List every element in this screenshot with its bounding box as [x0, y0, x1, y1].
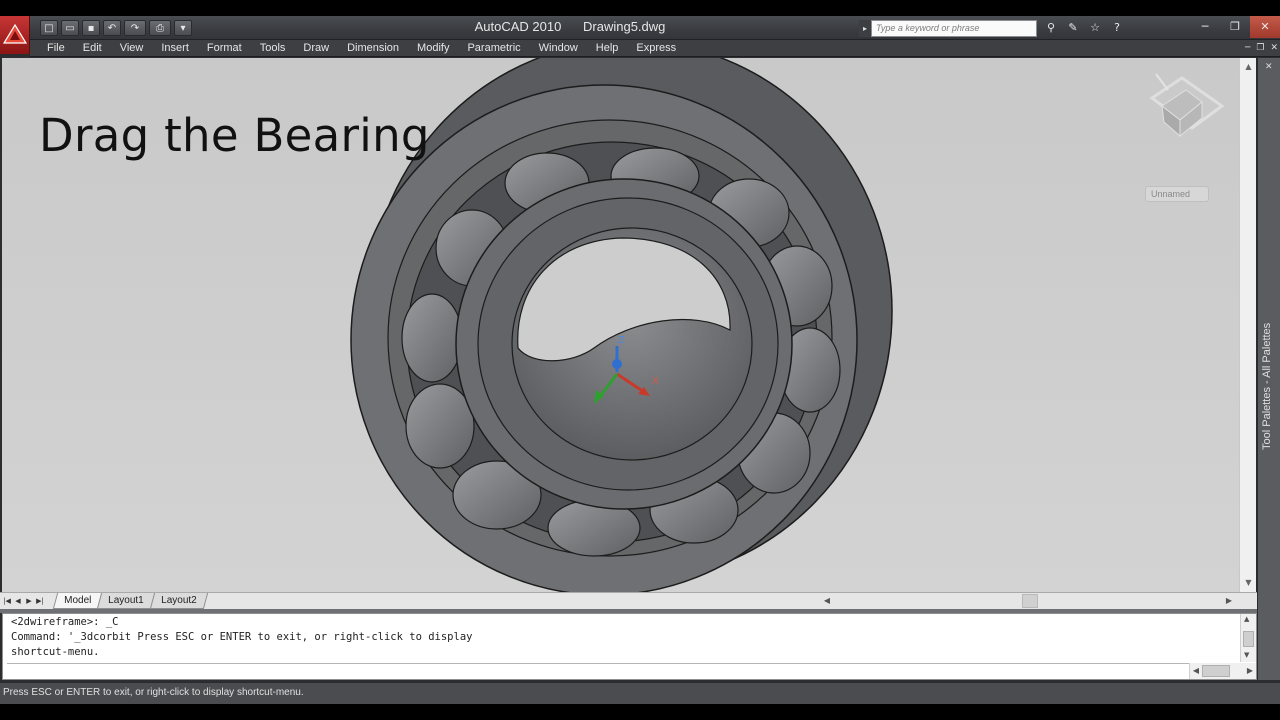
search-expand-icon[interactable]: ▸ [859, 20, 871, 37]
command-line: Command: '_3dcorbit Press ESC or ENTER t… [11, 631, 473, 643]
document-name: Drawing5.dwg [583, 19, 666, 34]
qat-dropdown-icon[interactable]: ▾ [174, 20, 192, 36]
letterbox-bottom [0, 704, 1280, 720]
autocad-window: □ ▭ ▪ ↶ ↷ ⎙ ▾ AutoCAD 2010 Drawing5.dwg … [0, 0, 1280, 720]
quick-access-toolbar: □ ▭ ▪ ↶ ↷ ⎙ ▾ [40, 19, 192, 37]
plot-icon[interactable]: ⎙ [149, 20, 171, 36]
search-results-icon[interactable]: ⚲ [1042, 20, 1060, 36]
menu-format[interactable]: Format [198, 42, 251, 54]
menu-express[interactable]: Express [627, 42, 685, 54]
command-window: <2dwireframe>: _C Command: '_3dcorbit Pre… [2, 613, 1257, 680]
autocad-logo-icon [3, 24, 27, 44]
layout-tabs: Model Layout1 Layout2 [52, 593, 208, 609]
letterbox-top [0, 0, 1280, 16]
drawing-vertical-scrollbar[interactable]: ▲ ▼ [1239, 58, 1256, 592]
doc-minimize-icon[interactable]: ─ [1245, 40, 1250, 57]
scroll-down-icon[interactable]: ▼ [1240, 576, 1257, 590]
menu-insert[interactable]: Insert [152, 42, 198, 54]
save-icon[interactable]: ▪ [82, 20, 100, 36]
drawing-viewport[interactable]: Z X Drag the Bearing Unnamed [2, 58, 1239, 592]
menu-bar: File Edit View Insert Format Tools Draw … [30, 40, 1280, 57]
menu-modify[interactable]: Modify [408, 42, 458, 54]
redo-icon[interactable]: ↷ [124, 20, 146, 36]
tab-layout1[interactable]: Layout1 [97, 593, 155, 609]
command-line: shortcut-menu. [11, 646, 100, 658]
command-input[interactable] [7, 663, 1189, 679]
drawing-horizontal-scrollbar[interactable]: ◀ ▶ [820, 593, 1240, 609]
minimize-icon[interactable]: ─ [1190, 16, 1220, 38]
close-icon[interactable]: ✕ [1250, 16, 1280, 38]
doc-close-icon[interactable]: ✕ [1270, 40, 1278, 57]
horizontal-scroll-thumb[interactable] [1022, 594, 1038, 608]
ucs-x-label: X [652, 376, 659, 387]
infocenter-search: ▸ Type a keyword or phrase [859, 20, 1037, 37]
command-hscroll-thumb[interactable] [1202, 665, 1230, 677]
menu-window[interactable]: Window [530, 42, 587, 54]
tab-navigation: |◀ ◀ ▶ ▶| [2, 594, 45, 608]
scroll-right-icon[interactable]: ▶ [1222, 593, 1236, 609]
video-caption: Drag the Bearing [39, 109, 430, 162]
scroll-left-icon[interactable]: ◀ [820, 593, 834, 609]
viewcube-icon[interactable] [1142, 68, 1232, 148]
status-bar: Press ESC or ENTER to exit, or right-cli… [0, 682, 1280, 704]
first-tab-icon[interactable]: |◀ [2, 594, 12, 608]
menu-view[interactable]: View [111, 42, 153, 54]
window-title: AutoCAD 2010 Drawing5.dwg [380, 19, 760, 37]
last-tab-icon[interactable]: ▶| [35, 594, 45, 608]
ucs-z-label: Z [618, 335, 625, 346]
communication-center-icon[interactable]: ✎ [1064, 20, 1082, 36]
open-folder-icon[interactable]: ▭ [61, 20, 79, 36]
restore-icon[interactable]: ❐ [1220, 16, 1250, 38]
tool-palettes-label: Tool Palettes - All Palettes [1261, 322, 1273, 450]
scroll-up-icon[interactable]: ▲ [1240, 60, 1257, 74]
search-input[interactable]: Type a keyword or phrase [871, 20, 1037, 37]
document-window-controls: ─ ❐ ✕ [1245, 40, 1278, 57]
tab-layout2[interactable]: Layout2 [149, 593, 208, 609]
new-file-icon[interactable]: □ [40, 20, 58, 36]
menu-file[interactable]: File [30, 42, 74, 54]
tab-model[interactable]: Model [52, 593, 103, 609]
prev-tab-icon[interactable]: ◀ [13, 594, 23, 608]
command-scroll-thumb[interactable] [1243, 631, 1254, 647]
command-line: <2dwireframe>: _C [11, 616, 119, 628]
menu-dimension[interactable]: Dimension [338, 42, 408, 54]
status-text: Press ESC or ENTER to exit, or right-cli… [3, 687, 304, 698]
cmd-scroll-down-icon[interactable]: ▼ [1244, 651, 1249, 659]
command-vertical-scrollbar[interactable]: ▲ ▼ [1240, 614, 1256, 662]
help-icon[interactable]: ? [1108, 20, 1126, 36]
undo-icon[interactable]: ↶ [103, 20, 121, 36]
cmd-scroll-left-icon[interactable]: ◀ [1190, 663, 1202, 679]
next-tab-icon[interactable]: ▶ [24, 594, 34, 608]
window-controls: ─ ❐ ✕ [1190, 16, 1280, 38]
app-name: AutoCAD 2010 [474, 19, 562, 34]
menu-edit[interactable]: Edit [74, 42, 111, 54]
ucs-dropdown[interactable]: Unnamed [1145, 186, 1209, 202]
doc-restore-icon[interactable]: ❐ [1256, 40, 1264, 57]
cmd-scroll-right-icon[interactable]: ▶ [1244, 663, 1256, 679]
favorites-icon[interactable]: ☆ [1086, 20, 1104, 36]
infocenter-tools: ⚲ ✎ ☆ ? [1042, 19, 1126, 37]
layout-tabs-bar: |◀ ◀ ▶ ▶| Model Layout1 Layout2 ◀ ▶ [0, 592, 1257, 609]
cmd-scroll-up-icon[interactable]: ▲ [1244, 615, 1249, 623]
menu-help[interactable]: Help [587, 42, 628, 54]
menu-parametric[interactable]: Parametric [458, 42, 529, 54]
command-horizontal-scrollbar[interactable]: ◀ ▶ [1189, 663, 1256, 679]
tool-palettes-strip[interactable]: ✕ Tool Palettes - All Palettes [1257, 58, 1280, 680]
palette-close-icon[interactable]: ✕ [1265, 62, 1273, 72]
application-menu-button[interactable] [0, 16, 30, 54]
menu-tools[interactable]: Tools [251, 42, 295, 54]
command-history: <2dwireframe>: _C Command: '_3dcorbit Pre… [11, 615, 1236, 660]
menu-draw[interactable]: Draw [294, 42, 338, 54]
